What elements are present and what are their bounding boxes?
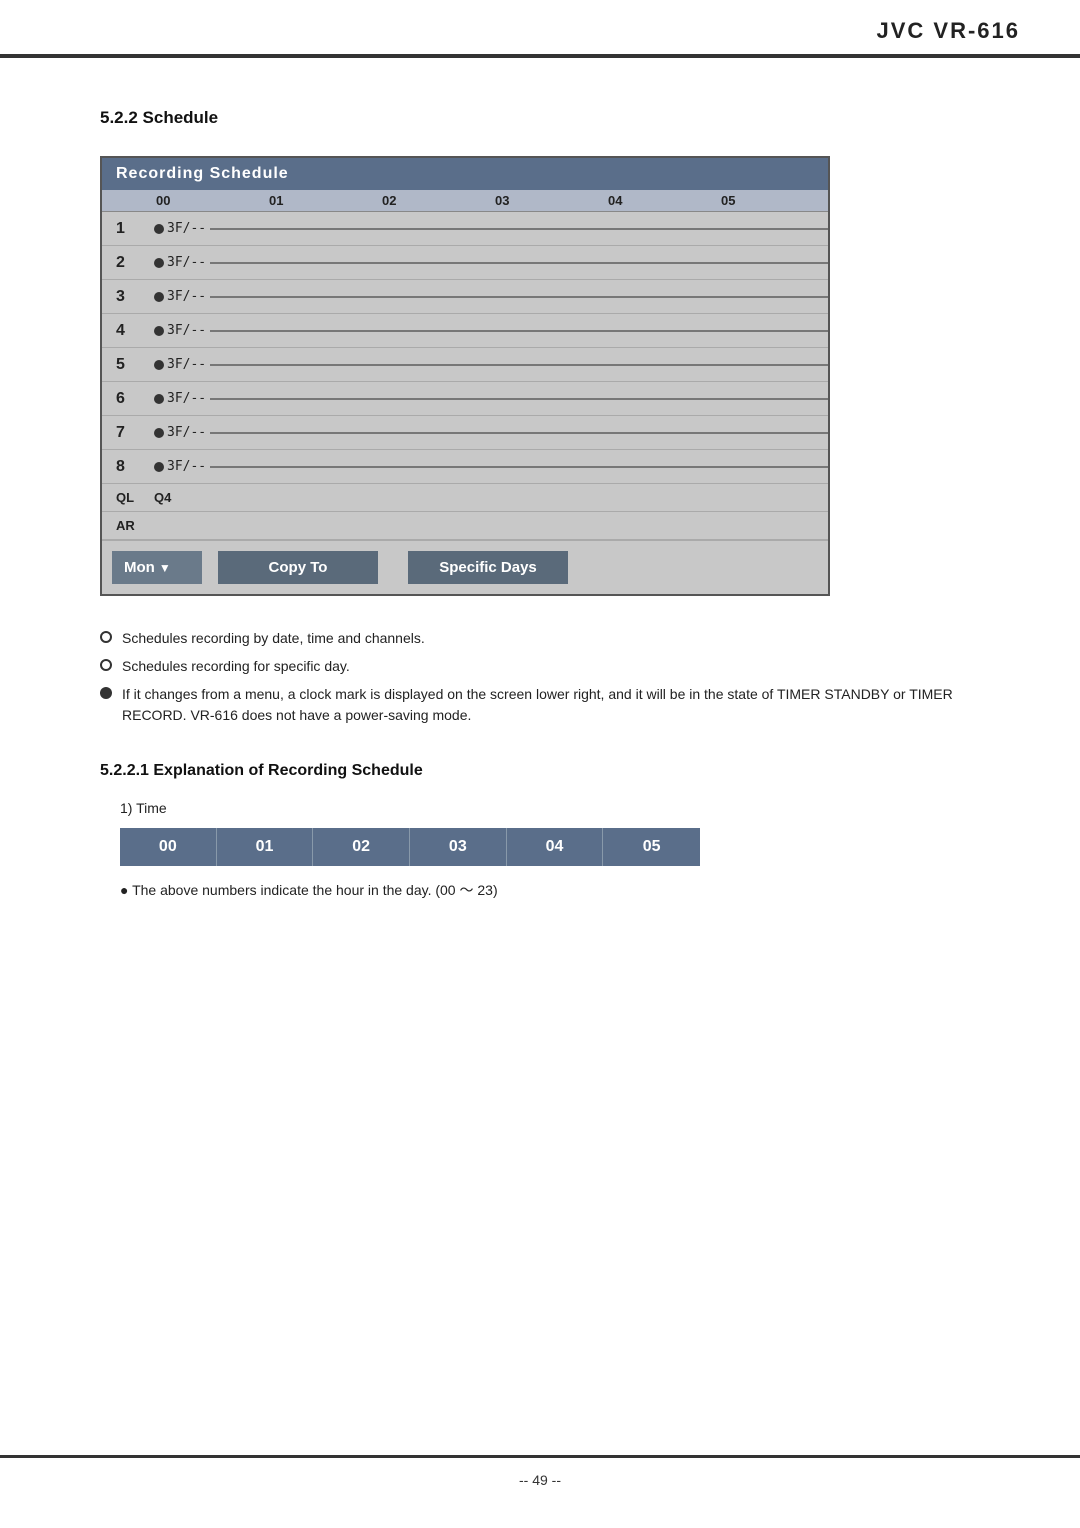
subsection-title: 5.2.2.1 Explanation of Recording Schedul… — [100, 762, 980, 780]
dot-icon — [154, 394, 164, 404]
time-row-empty — [102, 190, 150, 211]
time-03: 03 — [489, 190, 602, 211]
row-text-5: 3F/-- — [167, 357, 206, 372]
timeline-bar — [210, 398, 828, 400]
page-number: -- 49 -- — [519, 1472, 561, 1488]
ar-row: AR — [102, 512, 828, 540]
time-05: 05 — [715, 190, 828, 211]
table-row: 3 3F/-- — [102, 280, 828, 314]
chevron-down-icon: ▼ — [159, 561, 171, 575]
copy-to-button[interactable]: Copy To — [218, 551, 378, 584]
row-text-3: 3F/-- — [167, 289, 206, 304]
table-row: 2 3F/-- — [102, 246, 828, 280]
brand-title: JVC VR-616 — [876, 18, 1020, 44]
open-circle-icon — [100, 659, 112, 671]
time-bar-cell-3: 03 — [410, 828, 507, 866]
row-content-1: 3F/-- — [150, 221, 828, 236]
dot-icon — [154, 258, 164, 268]
time-bar-cell-1: 01 — [217, 828, 314, 866]
row-content-5: 3F/-- — [150, 357, 828, 372]
row-label-3: 3 — [102, 288, 150, 306]
row-label-2: 2 — [102, 254, 150, 272]
table-row: 7 3F/-- — [102, 416, 828, 450]
bullet-text-3: If it changes from a menu, a clock mark … — [122, 684, 980, 726]
dot-icon — [154, 360, 164, 370]
bullet-item-3: If it changes from a menu, a clock mark … — [100, 684, 980, 726]
timeline-bar — [210, 466, 828, 468]
specific-days-button[interactable]: Specific Days — [408, 551, 568, 584]
time-note: ● The above numbers indicate the hour in… — [120, 880, 980, 900]
time-bar-cell-2: 02 — [313, 828, 410, 866]
table-row: 1 3F/-- — [102, 212, 828, 246]
table-row: 8 3F/-- — [102, 450, 828, 484]
time-01: 01 — [263, 190, 376, 211]
row-content-8: 3F/-- — [150, 459, 828, 474]
bullet-text-2: Schedules recording for specific day. — [122, 656, 980, 677]
dot-icon — [154, 428, 164, 438]
table-row: 4 3F/-- — [102, 314, 828, 348]
time-bar: 00 01 02 03 04 05 — [120, 828, 700, 866]
timeline-bar — [210, 432, 828, 434]
row-content-7: 3F/-- — [150, 425, 828, 440]
row-label-8: 8 — [102, 458, 150, 476]
timeline-bar — [210, 228, 828, 230]
filled-circle-icon — [100, 687, 112, 699]
dot-icon — [154, 224, 164, 234]
row-text-7: 3F/-- — [167, 425, 206, 440]
row-text-8: 3F/-- — [167, 459, 206, 474]
mon-label: Mon — [124, 559, 155, 576]
row-text-6: 3F/-- — [167, 391, 206, 406]
schedule-header: Recording Schedule — [102, 158, 828, 190]
time-section-label: 1) Time — [120, 800, 980, 816]
ql-row: QL Q4 — [102, 484, 828, 512]
schedule-rows-area: 1 3F/-- 2 3F/-- 3 3F/-- — [102, 212, 828, 540]
section-title: 5.2.2 Schedule — [100, 108, 980, 128]
row-text-2: 3F/-- — [167, 255, 206, 270]
page-header: JVC VR-616 — [0, 0, 1080, 58]
main-content: 5.2.2 Schedule Recording Schedule 00 01 … — [0, 58, 1080, 1000]
time-00: 00 — [150, 190, 263, 211]
table-row: 6 3F/-- — [102, 382, 828, 416]
row-label-6: 6 — [102, 390, 150, 408]
table-row: 5 3F/-- — [102, 348, 828, 382]
timeline-bar — [210, 262, 828, 264]
row-content-4: 3F/-- — [150, 323, 828, 338]
time-bar-cell-0: 00 — [120, 828, 217, 866]
timeline-bar — [210, 296, 828, 298]
row-content-6: 3F/-- — [150, 391, 828, 406]
mon-dropdown[interactable]: Mon ▼ — [112, 551, 202, 584]
time-bar-cell-4: 04 — [507, 828, 604, 866]
schedule-bottom-bar: Mon ▼ Copy To Specific Days — [102, 540, 828, 594]
bullet-item-1: Schedules recording by date, time and ch… — [100, 628, 980, 649]
bullet-text-1: Schedules recording by date, time and ch… — [122, 628, 980, 649]
dot-icon — [154, 326, 164, 336]
dot-icon — [154, 292, 164, 302]
dot-icon — [154, 462, 164, 472]
timeline-bar — [210, 364, 828, 366]
ql-label: QL — [102, 490, 150, 505]
row-content-2: 3F/-- — [150, 255, 828, 270]
row-label-7: 7 — [102, 424, 150, 442]
row-label-1: 1 — [102, 220, 150, 238]
row-content-3: 3F/-- — [150, 289, 828, 304]
bullets-section: Schedules recording by date, time and ch… — [100, 628, 980, 726]
time-04: 04 — [602, 190, 715, 211]
schedule-time-header-row: 00 01 02 03 04 05 — [102, 190, 828, 212]
row-label-5: 5 — [102, 356, 150, 374]
ar-label: AR — [102, 518, 150, 533]
bullet-item-2: Schedules recording for specific day. — [100, 656, 980, 677]
time-bar-cell-5: 05 — [603, 828, 700, 866]
time-02: 02 — [376, 190, 489, 211]
open-circle-icon — [100, 631, 112, 643]
page-footer: -- 49 -- — [0, 1455, 1080, 1488]
ql-value: Q4 — [150, 490, 828, 505]
timeline-bar — [210, 330, 828, 332]
recording-schedule-table: Recording Schedule 00 01 02 03 04 05 1 3… — [100, 156, 830, 596]
row-label-4: 4 — [102, 322, 150, 340]
row-text-1: 3F/-- — [167, 221, 206, 236]
row-text-4: 3F/-- — [167, 323, 206, 338]
